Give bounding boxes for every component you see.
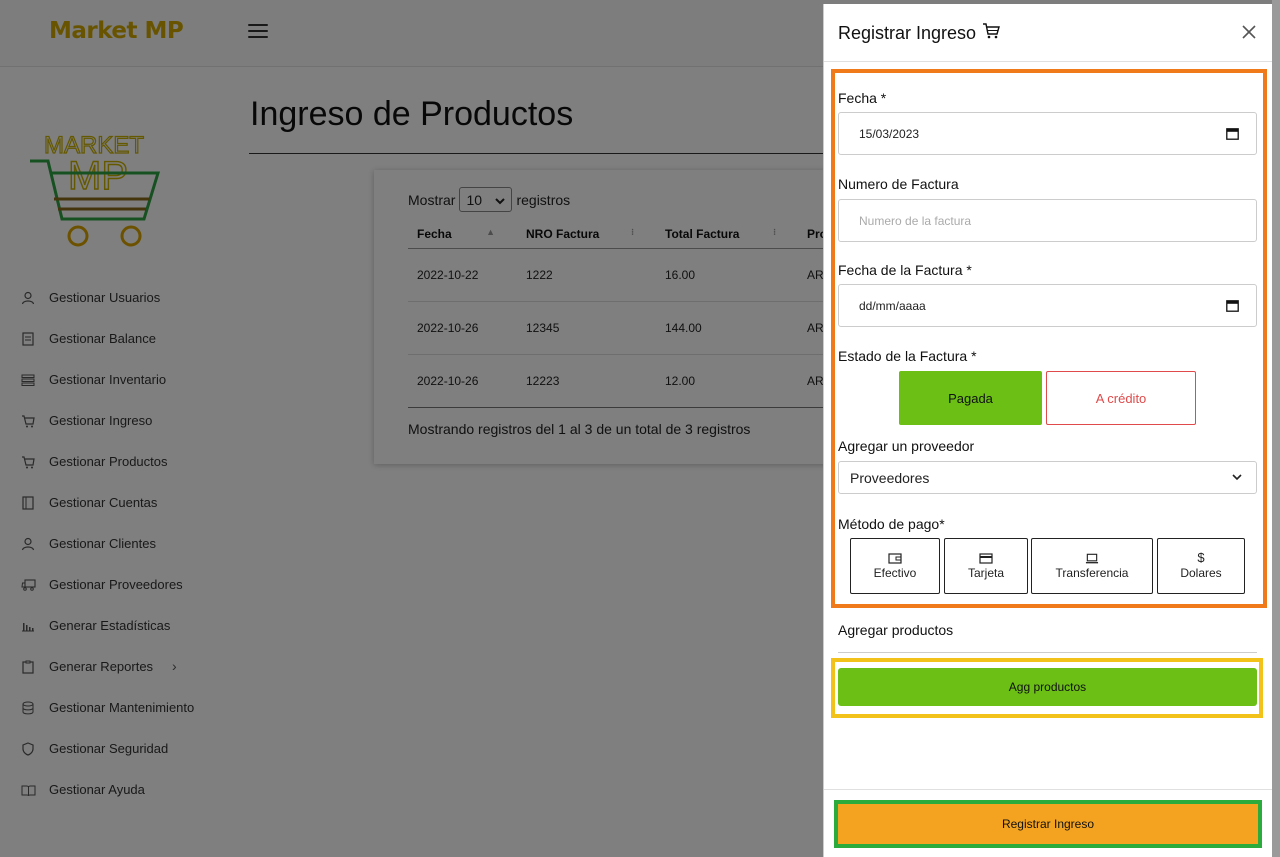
pago-label: Dolares [1180, 566, 1222, 580]
panel-title-text: Registrar Ingreso [838, 22, 977, 43]
proveedor-selected: Proveedores [850, 469, 930, 486]
close-button[interactable] [1239, 22, 1259, 42]
pago-label: Tarjeta [967, 566, 1005, 580]
panel-header: Registrar Ingreso [824, 4, 1273, 62]
fecha-factura-input[interactable]: dd/mm/aaaa [838, 284, 1257, 327]
agg-productos-button[interactable]: Agg productos [838, 668, 1257, 706]
productos-label: Agregar productos [838, 622, 954, 638]
pago-transferencia-button[interactable]: Transferencia [1031, 538, 1153, 594]
fecha-value: 15/03/2023 [859, 126, 920, 141]
wallet-icon [888, 552, 902, 564]
pago-efectivo-button[interactable]: Efectivo [850, 538, 940, 594]
fecha-factura-value: dd/mm/aaaa [859, 298, 926, 313]
registrar-ingreso-button[interactable]: Registrar Ingreso [838, 804, 1258, 844]
numero-factura-label: Numero de Factura [838, 176, 959, 192]
numero-factura-placeholder: Numero de la factura [859, 213, 972, 228]
pago-label: Efectivo [873, 566, 917, 580]
page-scrollbar[interactable] [1272, 0, 1280, 857]
panel-title: Registrar Ingreso [838, 22, 1000, 44]
dollar-icon: $ [1197, 550, 1205, 565]
pago-tarjeta-button[interactable]: Tarjeta [944, 538, 1028, 594]
calendar-icon [1226, 300, 1239, 312]
proveedor-label: Agregar un proveedor [838, 438, 975, 454]
chevron-down-icon [1232, 474, 1242, 481]
calendar-icon [1226, 128, 1239, 140]
credito-button[interactable]: A crédito [1046, 371, 1196, 425]
laptop-icon [1085, 552, 1099, 564]
metodo-pago-label: Método de pago* [838, 516, 945, 532]
credit-card-icon [979, 552, 993, 564]
fecha-label: Fecha * [838, 90, 887, 106]
registrar-ingreso-panel: Registrar Ingreso Fecha * 15/03/2023 Num… [823, 4, 1273, 857]
footer-divider [824, 789, 1273, 790]
proveedor-select[interactable]: Proveedores [838, 461, 1257, 494]
fecha-factura-label: Fecha de la Factura * [838, 262, 972, 278]
numero-factura-input[interactable]: Numero de la factura [838, 199, 1257, 242]
cart-icon [982, 22, 1000, 44]
fecha-input[interactable]: 15/03/2023 [838, 112, 1257, 155]
estado-label: Estado de la Factura * [838, 348, 977, 364]
pagada-button[interactable]: Pagada [899, 371, 1042, 425]
pago-label: Transferencia [1055, 566, 1129, 580]
productos-divider [838, 652, 1257, 653]
close-icon [1242, 25, 1256, 39]
pago-dolares-button[interactable]: $ Dolares [1157, 538, 1245, 594]
